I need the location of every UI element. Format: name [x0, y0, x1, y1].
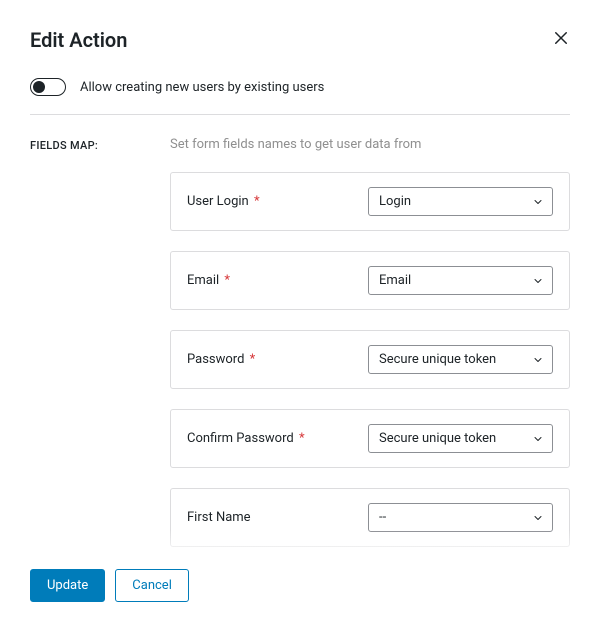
field-select[interactable]: Login: [368, 187, 553, 216]
chevron-down-icon: [532, 196, 544, 208]
required-asterisk: *: [296, 431, 305, 446]
field-label: First Name: [187, 510, 251, 525]
field-label: Confirm Password *: [187, 431, 305, 446]
chevron-down-icon: [532, 354, 544, 366]
allow-creating-toggle-row: Allow creating new users by existing use…: [0, 70, 600, 114]
chevron-down-icon: [532, 433, 544, 445]
field-select[interactable]: Email: [368, 266, 553, 295]
cancel-button[interactable]: Cancel: [115, 569, 189, 602]
field-select[interactable]: Secure unique token: [368, 345, 553, 374]
field-select-value: Email: [379, 273, 411, 288]
modal-title: Edit Action: [30, 28, 127, 52]
fields-scroll-area[interactable]: User Login * Login Email * Email Password * S…: [0, 172, 600, 582]
field-row: User Login * Login: [170, 172, 570, 231]
chevron-down-icon: [532, 512, 544, 524]
field-row: First Name --: [170, 488, 570, 547]
field-label: Email *: [187, 273, 230, 288]
field-select-value: --: [379, 510, 386, 525]
field-row: Email * Email: [170, 251, 570, 310]
allow-creating-toggle-label: Allow creating new users by existing use…: [80, 80, 324, 95]
modal-footer: Update Cancel: [0, 553, 600, 628]
edit-action-modal: Edit Action Allow creating new users by …: [0, 0, 600, 628]
modal-header: Edit Action: [0, 0, 600, 70]
field-row: Password * Secure unique token: [170, 330, 570, 389]
allow-creating-toggle[interactable]: [30, 78, 66, 96]
field-select[interactable]: Secure unique token: [368, 424, 553, 453]
field-select-value: Login: [379, 194, 411, 209]
fields-map-section: FIELDS MAP: Set form fields names to get…: [0, 115, 600, 172]
required-asterisk: *: [246, 352, 255, 367]
chevron-down-icon: [532, 275, 544, 287]
required-asterisk: *: [251, 194, 260, 209]
toggle-knob: [33, 81, 45, 93]
update-button[interactable]: Update: [30, 569, 105, 602]
required-asterisk: *: [221, 273, 230, 288]
field-select[interactable]: --: [368, 503, 553, 532]
field-select-value: Secure unique token: [379, 352, 496, 367]
field-label: Password *: [187, 352, 255, 367]
field-select-value: Secure unique token: [379, 431, 496, 446]
fields-map-description: Set form fields names to get user data f…: [170, 137, 570, 152]
field-row: Confirm Password * Secure unique token: [170, 409, 570, 468]
field-label: User Login *: [187, 194, 260, 209]
fields-container: User Login * Login Email * Email Password * S…: [0, 172, 570, 582]
close-button[interactable]: [552, 29, 570, 51]
fields-map-section-label: FIELDS MAP:: [30, 137, 170, 172]
close-icon: [552, 29, 570, 51]
